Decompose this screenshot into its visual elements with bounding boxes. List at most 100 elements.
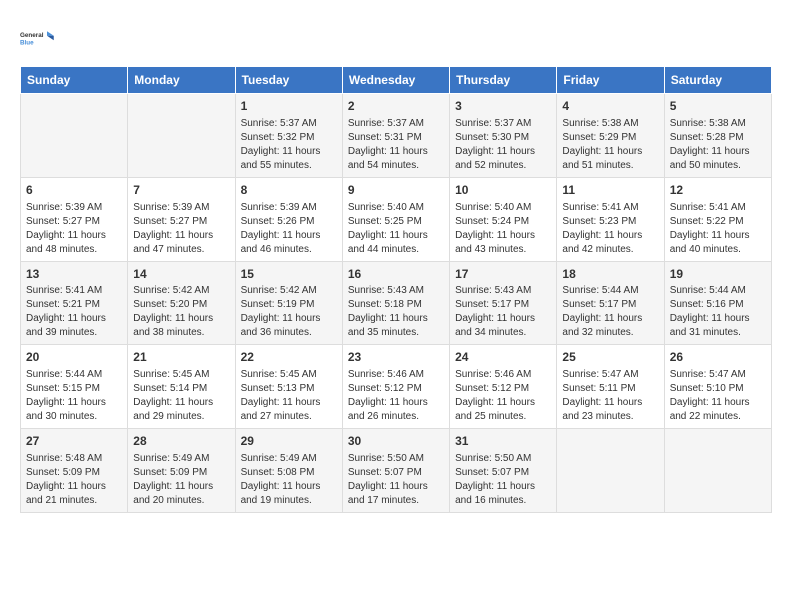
cell-info: Sunrise: 5:45 AM Sunset: 5:13 PM Dayligh… <box>241 368 337 424</box>
cell-info: Sunrise: 5:50 AM Sunset: 5:07 PM Dayligh… <box>348 452 444 508</box>
cell-info: Sunrise: 5:38 AM Sunset: 5:28 PM Dayligh… <box>670 117 766 173</box>
calendar-cell: 23Sunrise: 5:46 AM Sunset: 5:12 PM Dayli… <box>342 345 449 429</box>
calendar-cell <box>21 94 128 178</box>
day-number: 16 <box>348 266 444 283</box>
calendar-cell: 13Sunrise: 5:41 AM Sunset: 5:21 PM Dayli… <box>21 261 128 345</box>
cell-info: Sunrise: 5:43 AM Sunset: 5:17 PM Dayligh… <box>455 284 551 340</box>
calendar-cell: 22 Sunrise: 5:45 AM Sunset: 5:13 PM Dayli… <box>235 345 342 429</box>
calendar-cell: 3 Sunrise: 5:37 AM Sunset: 5:30 PM Daylig… <box>450 94 557 178</box>
day-number: 1 <box>241 98 337 115</box>
week-row-2: 13Sunrise: 5:41 AM Sunset: 5:21 PM Dayli… <box>21 261 772 345</box>
day-number: 3 <box>455 98 551 115</box>
cell-info: Sunrise: 5:50 AM Sunset: 5:07 PM Dayligh… <box>455 452 551 508</box>
cell-info: Sunrise: 5:46 AM Sunset: 5:12 PM Dayligh… <box>455 368 551 424</box>
col-header-monday: Monday <box>128 67 235 94</box>
day-number: 18 <box>562 266 658 283</box>
day-number: 4 <box>562 98 658 115</box>
cell-info: Sunrise: 5:41 AM Sunset: 5:22 PM Dayligh… <box>670 201 766 257</box>
calendar-table: SundayMondayTuesdayWednesdayThursdayFrid… <box>20 66 772 513</box>
cell-info: Sunrise: 5:41 AM Sunset: 5:21 PM Dayligh… <box>26 284 122 340</box>
svg-text:Blue: Blue <box>20 39 34 46</box>
calendar-cell <box>664 429 771 513</box>
week-row-1: 6 Sunrise: 5:39 AM Sunset: 5:27 PM Daylig… <box>21 177 772 261</box>
col-header-friday: Friday <box>557 67 664 94</box>
cell-info: Sunrise: 5:49 AM Sunset: 5:09 PM Dayligh… <box>133 452 229 508</box>
day-number: 12 <box>670 182 766 199</box>
calendar-cell: 4 Sunrise: 5:38 AM Sunset: 5:29 PM Daylig… <box>557 94 664 178</box>
calendar-cell <box>128 94 235 178</box>
calendar-cell: 29 Sunrise: 5:49 AM Sunset: 5:08 PM Dayli… <box>235 429 342 513</box>
day-number: 22 <box>241 349 337 366</box>
cell-info: Sunrise: 5:37 AM Sunset: 5:32 PM Dayligh… <box>241 117 337 173</box>
col-header-sunday: Sunday <box>21 67 128 94</box>
cell-info: Sunrise: 5:47 AM Sunset: 5:11 PM Dayligh… <box>562 368 658 424</box>
day-number: 17 <box>455 266 551 283</box>
day-number: 21 <box>133 349 229 366</box>
day-number: 31 <box>455 433 551 450</box>
day-number: 28 <box>133 433 229 450</box>
page-header: GeneralBlue <box>20 20 772 56</box>
cell-info: Sunrise: 5:44 AM Sunset: 5:16 PM Dayligh… <box>670 284 766 340</box>
cell-info: Sunrise: 5:37 AM Sunset: 5:30 PM Dayligh… <box>455 117 551 173</box>
cell-info: Sunrise: 5:48 AM Sunset: 5:09 PM Dayligh… <box>26 452 122 508</box>
day-number: 20 <box>26 349 122 366</box>
day-number: 26 <box>670 349 766 366</box>
day-number: 7 <box>133 182 229 199</box>
calendar-cell: 7 Sunrise: 5:39 AM Sunset: 5:27 PM Daylig… <box>128 177 235 261</box>
cell-info: Sunrise: 5:42 AM Sunset: 5:20 PM Dayligh… <box>133 284 229 340</box>
cell-info: Sunrise: 5:39 AM Sunset: 5:27 PM Dayligh… <box>26 201 122 257</box>
calendar-cell: 5 Sunrise: 5:38 AM Sunset: 5:28 PM Daylig… <box>664 94 771 178</box>
cell-info: Sunrise: 5:44 AM Sunset: 5:15 PM Dayligh… <box>26 368 122 424</box>
day-number: 24 <box>455 349 551 366</box>
calendar-cell: 9 Sunrise: 5:40 AM Sunset: 5:25 PM Daylig… <box>342 177 449 261</box>
day-number: 5 <box>670 98 766 115</box>
cell-info: Sunrise: 5:41 AM Sunset: 5:23 PM Dayligh… <box>562 201 658 257</box>
calendar-cell: 16Sunrise: 5:43 AM Sunset: 5:18 PM Dayli… <box>342 261 449 345</box>
cell-info: Sunrise: 5:42 AM Sunset: 5:19 PM Dayligh… <box>241 284 337 340</box>
cell-info: Sunrise: 5:39 AM Sunset: 5:27 PM Dayligh… <box>133 201 229 257</box>
calendar-header: SundayMondayTuesdayWednesdayThursdayFrid… <box>21 67 772 94</box>
day-number: 15 <box>241 266 337 283</box>
day-number: 13 <box>26 266 122 283</box>
calendar-cell <box>557 429 664 513</box>
day-number: 8 <box>241 182 337 199</box>
calendar-cell: 21Sunrise: 5:45 AM Sunset: 5:14 PM Dayli… <box>128 345 235 429</box>
day-number: 19 <box>670 266 766 283</box>
calendar-cell: 10Sunrise: 5:40 AM Sunset: 5:24 PM Dayli… <box>450 177 557 261</box>
cell-info: Sunrise: 5:49 AM Sunset: 5:08 PM Dayligh… <box>241 452 337 508</box>
cell-info: Sunrise: 5:38 AM Sunset: 5:29 PM Dayligh… <box>562 117 658 173</box>
day-number: 14 <box>133 266 229 283</box>
cell-info: Sunrise: 5:40 AM Sunset: 5:25 PM Dayligh… <box>348 201 444 257</box>
day-number: 2 <box>348 98 444 115</box>
calendar-body: 1 Sunrise: 5:37 AM Sunset: 5:32 PM Daylig… <box>21 94 772 513</box>
cell-info: Sunrise: 5:40 AM Sunset: 5:24 PM Dayligh… <box>455 201 551 257</box>
calendar-cell: 19Sunrise: 5:44 AM Sunset: 5:16 PM Dayli… <box>664 261 771 345</box>
calendar-cell: 26 Sunrise: 5:47 AM Sunset: 5:10 PM Dayli… <box>664 345 771 429</box>
cell-info: Sunrise: 5:44 AM Sunset: 5:17 PM Dayligh… <box>562 284 658 340</box>
calendar-cell: 31 Sunrise: 5:50 AM Sunset: 5:07 PM Dayli… <box>450 429 557 513</box>
logo: GeneralBlue <box>20 20 56 56</box>
day-number: 29 <box>241 433 337 450</box>
calendar-cell: 27Sunrise: 5:48 AM Sunset: 5:09 PM Dayli… <box>21 429 128 513</box>
week-row-4: 27Sunrise: 5:48 AM Sunset: 5:09 PM Dayli… <box>21 429 772 513</box>
calendar-cell: 12 Sunrise: 5:41 AM Sunset: 5:22 PM Dayli… <box>664 177 771 261</box>
col-header-saturday: Saturday <box>664 67 771 94</box>
cell-info: Sunrise: 5:47 AM Sunset: 5:10 PM Dayligh… <box>670 368 766 424</box>
calendar-cell: 11Sunrise: 5:41 AM Sunset: 5:23 PM Dayli… <box>557 177 664 261</box>
calendar-cell: 28 Sunrise: 5:49 AM Sunset: 5:09 PM Dayli… <box>128 429 235 513</box>
col-header-thursday: Thursday <box>450 67 557 94</box>
calendar-cell: 15Sunrise: 5:42 AM Sunset: 5:19 PM Dayli… <box>235 261 342 345</box>
calendar-cell: 1 Sunrise: 5:37 AM Sunset: 5:32 PM Daylig… <box>235 94 342 178</box>
calendar-cell: 18Sunrise: 5:44 AM Sunset: 5:17 PM Dayli… <box>557 261 664 345</box>
day-number: 9 <box>348 182 444 199</box>
svg-text:General: General <box>20 32 44 39</box>
day-number: 6 <box>26 182 122 199</box>
calendar-cell: 6 Sunrise: 5:39 AM Sunset: 5:27 PM Daylig… <box>21 177 128 261</box>
calendar-cell: 24 Sunrise: 5:46 AM Sunset: 5:12 PM Dayli… <box>450 345 557 429</box>
calendar-cell: 14Sunrise: 5:42 AM Sunset: 5:20 PM Dayli… <box>128 261 235 345</box>
cell-info: Sunrise: 5:46 AM Sunset: 5:12 PM Dayligh… <box>348 368 444 424</box>
calendar-cell: 8Sunrise: 5:39 AM Sunset: 5:26 PM Daylig… <box>235 177 342 261</box>
col-header-tuesday: Tuesday <box>235 67 342 94</box>
cell-info: Sunrise: 5:37 AM Sunset: 5:31 PM Dayligh… <box>348 117 444 173</box>
calendar-cell: 2 Sunrise: 5:37 AM Sunset: 5:31 PM Daylig… <box>342 94 449 178</box>
